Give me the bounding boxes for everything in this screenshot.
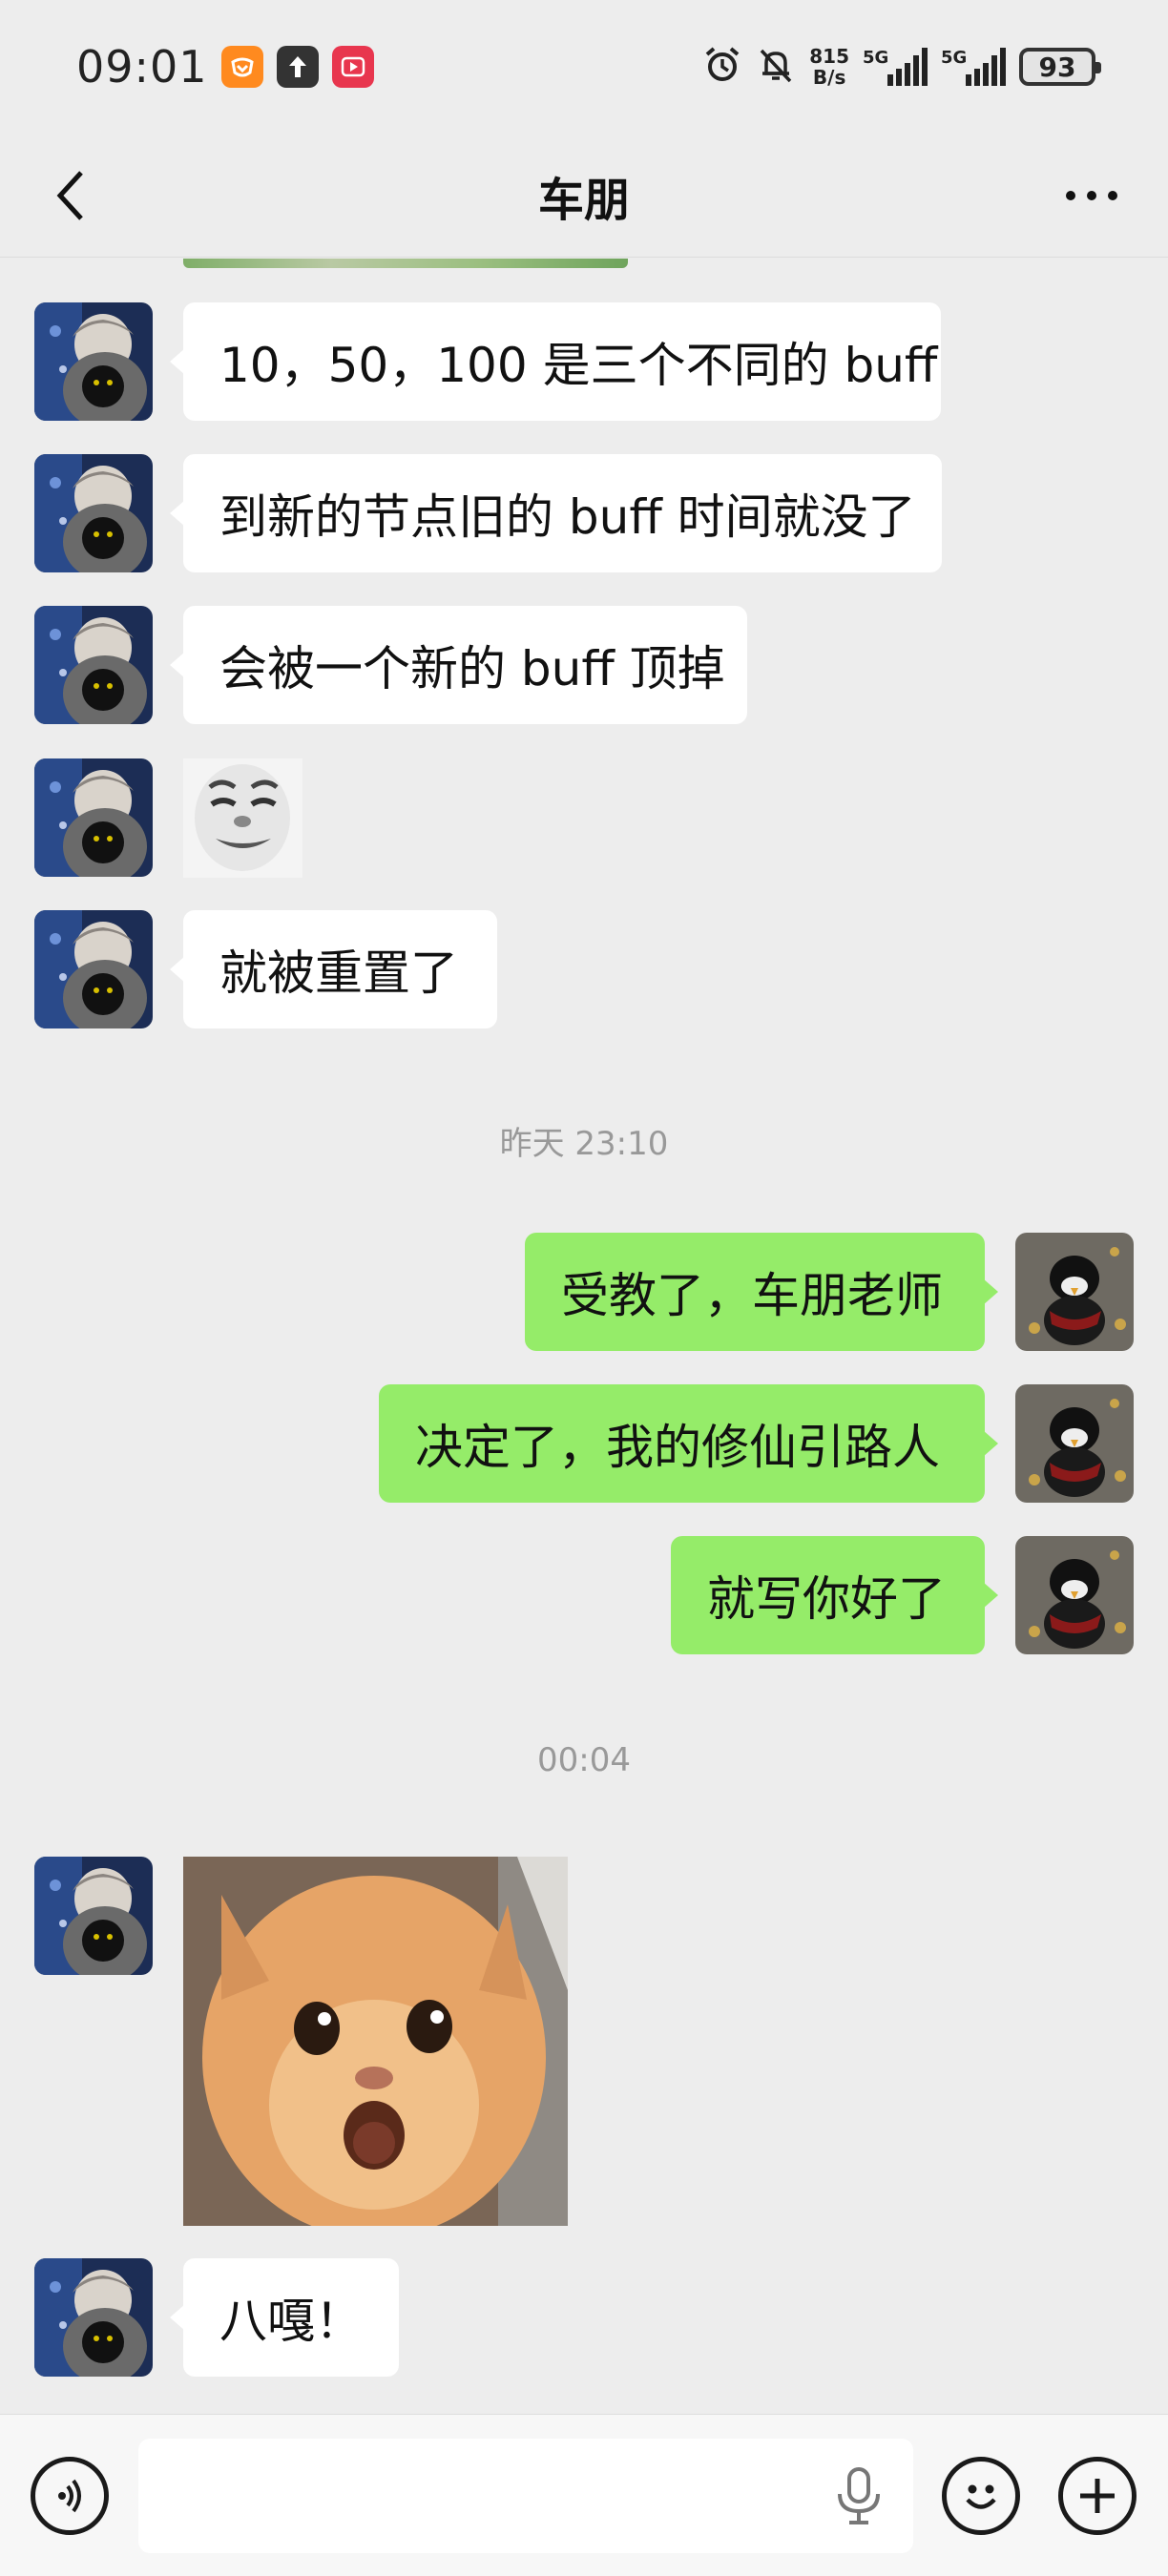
- status-left: 09:01: [76, 41, 374, 93]
- incoming-message-bubble[interactable]: 八嘎！: [170, 2258, 399, 2377]
- friend-avatar[interactable]: [34, 302, 153, 421]
- microphone-button[interactable]: [830, 2465, 887, 2526]
- battery-level: 93: [1038, 51, 1076, 83]
- message-text: 会被一个新的 buff 顶掉: [219, 641, 725, 696]
- chat-message-list[interactable]: 10，50，100 是三个不同的 buff 到新的节点旧的 buff 时间就没了…: [0, 259, 1168, 2413]
- message-input[interactable]: [138, 2439, 913, 2553]
- taobao-app-icon: [220, 46, 263, 88]
- status-time: 09:01: [76, 41, 208, 93]
- incoming-message-bubble[interactable]: 就被重置了: [170, 910, 497, 1028]
- incoming-message-bubble[interactable]: 10，50，100 是三个不同的 buff: [170, 302, 941, 421]
- signal-1-label: 5G: [863, 48, 889, 68]
- chevron-left-icon: [56, 171, 83, 220]
- friend-avatar[interactable]: [34, 454, 153, 572]
- chat-header: 车朋: [0, 134, 1168, 258]
- more-functions-button[interactable]: [1058, 2457, 1137, 2535]
- mute-bell-icon: [756, 45, 796, 89]
- net-speed-unit: B/s: [812, 66, 846, 89]
- input-bar: [0, 2414, 1168, 2576]
- outgoing-message-bubble[interactable]: 就写你好了: [671, 1536, 998, 1654]
- message-text: 八嘎！: [219, 2294, 363, 2349]
- laughing-face-sticker[interactable]: [183, 758, 302, 878]
- message-text: 就写你好了: [707, 1571, 946, 1627]
- upload-app-icon: [276, 46, 319, 88]
- message-text: 决定了，我的修仙引路人: [415, 1420, 940, 1475]
- chat-timestamp: 00:04: [537, 1741, 631, 1779]
- status-bar: 09:01 815 B/s 5G 5G 93: [0, 0, 1168, 134]
- signal-2-label: 5G: [941, 48, 968, 68]
- cropped-image-message[interactable]: [183, 259, 628, 268]
- my-avatar[interactable]: [1015, 1384, 1134, 1503]
- message-text: 到新的节点旧的 buff 时间就没了: [219, 489, 916, 545]
- smiley-icon: [966, 2484, 996, 2509]
- back-button[interactable]: [38, 162, 105, 229]
- friend-avatar[interactable]: [34, 1857, 153, 1975]
- signal-strength-1: 5G: [863, 48, 928, 86]
- net-speed-value: 815: [809, 45, 849, 68]
- friend-avatar[interactable]: [34, 758, 153, 877]
- my-avatar[interactable]: [1015, 1233, 1134, 1351]
- outgoing-message-bubble[interactable]: 决定了，我的修仙引路人: [379, 1384, 998, 1503]
- my-avatar[interactable]: [1015, 1536, 1134, 1654]
- chat-title: 车朋: [537, 173, 630, 227]
- friend-avatar[interactable]: [34, 606, 153, 724]
- status-right: 815 B/s 5G 5G 93: [702, 45, 1101, 89]
- friend-avatar[interactable]: [34, 910, 153, 1028]
- more-dots-icon: [1066, 191, 1117, 200]
- more-options-button[interactable]: [1053, 162, 1130, 229]
- message-text: 10，50，100 是三个不同的 buff: [219, 338, 938, 393]
- emoji-button[interactable]: [942, 2457, 1020, 2535]
- incoming-message-bubble[interactable]: 到新的节点旧的 buff 时间就没了: [170, 454, 942, 572]
- message-text: 就被重置了: [219, 945, 458, 1001]
- surprised-cat-sticker[interactable]: [183, 1857, 568, 2226]
- message-text: 受教了，车朋老师: [561, 1268, 943, 1323]
- microphone-icon: [838, 2467, 880, 2524]
- voice-mode-button[interactable]: [31, 2457, 109, 2535]
- alarm-icon: [702, 45, 742, 89]
- net-speed: 815 B/s: [809, 46, 849, 88]
- voice-wave-icon: [58, 2479, 81, 2513]
- incoming-message-bubble[interactable]: 会被一个新的 buff 顶掉: [170, 606, 747, 724]
- signal-strength-2: 5G: [941, 48, 1006, 86]
- outgoing-message-bubble[interactable]: 受教了，车朋老师: [525, 1233, 998, 1351]
- video-app-icon: [331, 46, 374, 88]
- battery-indicator: 93: [1019, 48, 1101, 86]
- chat-timestamp: 昨天 23:10: [499, 1125, 669, 1163]
- plus-icon: [1080, 2479, 1115, 2513]
- friend-avatar[interactable]: [34, 2258, 153, 2377]
